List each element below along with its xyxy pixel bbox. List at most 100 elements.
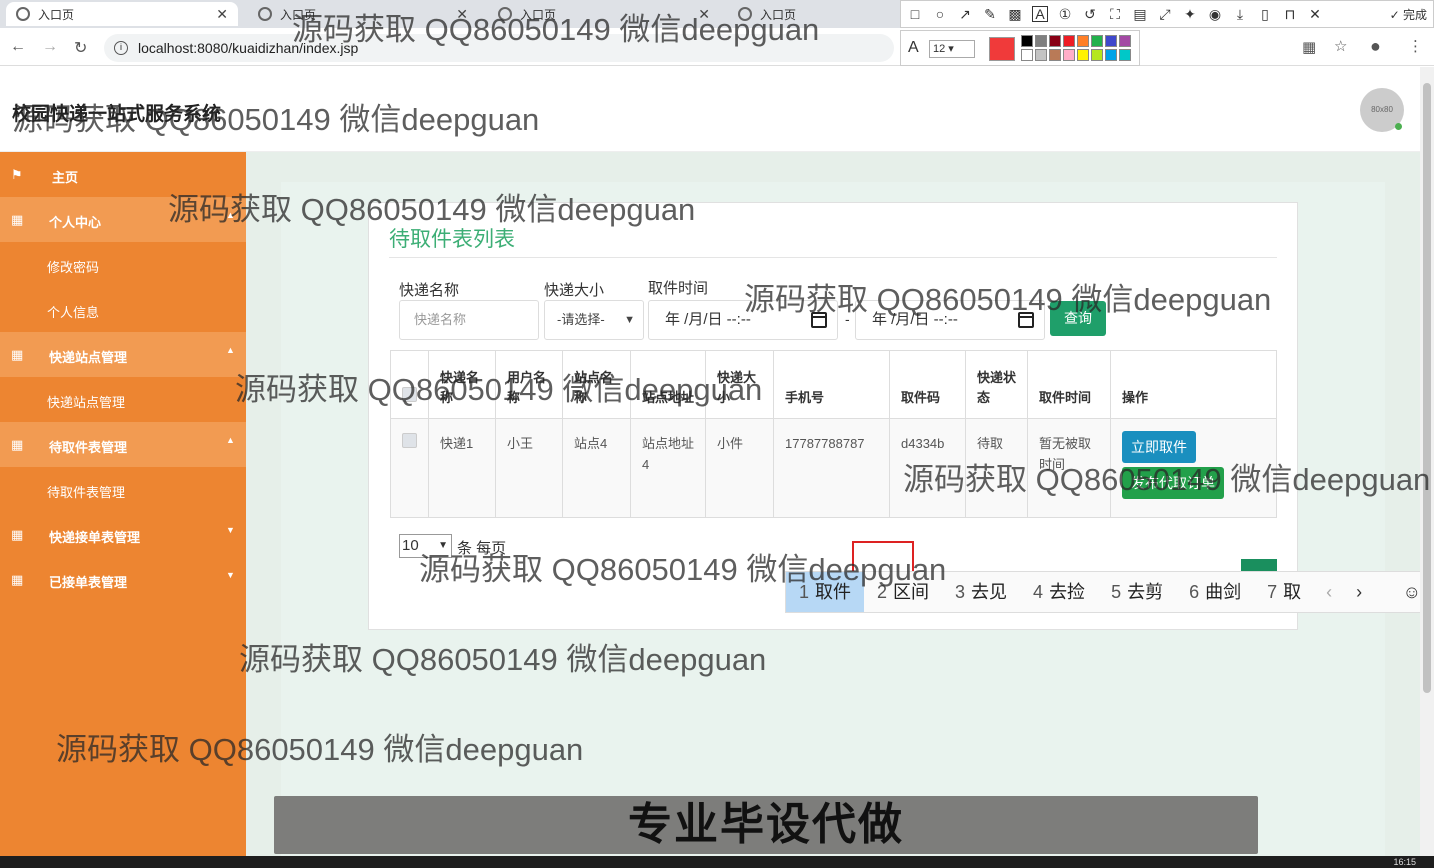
take-now-button[interactable]: 立即取件 [1122,431,1196,463]
color-swatch[interactable] [1063,35,1075,47]
menu-dots-icon[interactable]: ⋮ [1408,37,1423,55]
color-swatch[interactable] [1077,49,1089,61]
col-header: 快递大小 [705,350,774,419]
ime-candidate[interactable]: 6 曲剑 [1176,572,1254,612]
info-icon[interactable]: i [114,41,128,55]
url-field[interactable]: i localhost:8080/kuaidizhan/index.jsp [104,34,894,62]
ime-candidate[interactable]: 2 区间 [864,572,942,612]
qr-icon[interactable]: ▦ [1302,38,1316,56]
scrollbar-thumb[interactable] [1423,83,1431,693]
sidebar-item-station-management-sub[interactable]: 快递站点管理 [0,377,246,422]
done-button[interactable]: ✓ 完成 [1390,6,1427,23]
phone-icon[interactable]: ▯ [1257,6,1273,22]
ime-candidate[interactable]: 4 去捡 [1020,572,1098,612]
calendar-icon[interactable] [1018,312,1034,328]
filter-name-input[interactable]: 快递名称 [399,300,539,340]
color-swatch[interactable] [1105,49,1117,61]
grid-icon: ▦ [11,347,24,362]
filter-size-value: -请选择- [557,312,605,327]
sidebar-item-personal-info[interactable]: 个人信息 [0,287,246,332]
calendar-icon[interactable] [811,312,827,328]
col-header: 快递状态 [965,350,1028,419]
text-icon[interactable]: A [1032,6,1048,22]
cell-phone: 17787788787 [773,418,890,518]
sidebar-item-home[interactable]: ⚑ 主页 [0,152,246,197]
profile-icon[interactable]: ● [1370,36,1381,57]
query-button[interactable]: 查询 [1050,301,1106,336]
fullscreen-icon[interactable]: ⤢ [1157,6,1173,22]
color-swatch[interactable] [1077,35,1089,47]
row-checkbox[interactable] [402,433,417,448]
ime-candidate[interactable]: 3 去见 [942,572,1020,612]
mosaic-icon[interactable]: ▩ [1007,6,1023,22]
sidebar-item-change-password[interactable]: 修改密码 [0,242,246,287]
close-icon[interactable]: ✕ [698,6,710,23]
number-icon[interactable]: ① [1057,6,1073,22]
forward-icon[interactable]: → [42,38,58,56]
download-icon[interactable]: ⤓ [1232,6,1248,22]
color-swatch[interactable] [1063,49,1075,61]
sidebar-item-label: 已接单表管理 [49,575,128,590]
sidebar-item-pending-pickup[interactable]: ▦ 待取件表管理 ▲ [0,422,246,467]
reload-icon[interactable]: ↻ [74,38,87,58]
browser-tab-1[interactable]: 入口页 ✕ [6,2,238,26]
close-icon[interactable]: ✕ [216,6,228,23]
pen-icon[interactable]: ✎ [982,6,998,22]
color-swatch[interactable] [1119,35,1131,47]
pin-icon[interactable]: ✦ [1182,6,1198,22]
color-swatch[interactable] [1091,35,1103,47]
browser-tab-3[interactable]: 入口页 ✕ [488,2,720,26]
select-all-checkbox[interactable] [402,387,417,402]
page-size-select[interactable]: 10 ▼ [399,534,452,558]
sidebar-item-pending-pickup-sub[interactable]: 待取件表管理 [0,467,246,512]
font-size-select[interactable]: 12 ▾ [929,40,975,58]
color-swatch[interactable] [1035,49,1047,61]
avatar[interactable]: 80x80 [1360,88,1404,132]
ime-candidate[interactable]: 1 取件 [786,572,865,612]
ocr-icon[interactable]: ▤ [1132,6,1148,22]
rectangle-icon[interactable]: □ [907,6,923,22]
ime-candidate[interactable]: 7取 [1254,572,1314,612]
online-status-dot [1395,123,1402,130]
browser-tab-4[interactable]: 入口页 [728,2,898,26]
filter-date-from[interactable]: 年 /月/日 --:-- [648,300,838,340]
sidebar-item-station-management[interactable]: ▦ 快递站点管理 ▲ [0,332,246,377]
chevron-left-icon[interactable]: ‹ [1314,582,1344,603]
sidebar-item-personal-center[interactable]: ▦ 个人中心 ▲ [0,197,246,242]
color-swatch[interactable] [1119,49,1131,61]
color-swatch[interactable] [1021,35,1033,47]
record-icon[interactable]: ◉ [1207,6,1223,22]
filter-date-to[interactable]: 年 /月/日 --:-- [855,300,1045,340]
cancel-icon[interactable]: ✕ [1307,6,1323,22]
undo-icon[interactable]: ↺ [1082,6,1098,22]
back-icon[interactable]: ← [10,38,26,56]
crop-icon[interactable]: ⛶ [1107,6,1123,22]
chevron-down-icon: ▼ [226,525,235,535]
ime-candidate[interactable]: 5 去剪 [1098,572,1176,612]
color-swatch[interactable] [1021,49,1033,61]
ime-candidate-bar: 1 取件 2 区间 3 去见 4 去捡 5 去剪 6 曲剑 7取 ‹ › ☺ [785,571,1434,613]
date-to-value: 年 /月/日 --:-- [872,311,958,328]
bookmark-star-icon[interactable]: ☆ [1334,37,1347,55]
chevron-right-icon[interactable]: › [1344,582,1374,603]
current-color-swatch[interactable] [989,37,1015,61]
bookmark-icon[interactable]: ⊓ [1282,6,1298,22]
sidebar-item-order-accept[interactable]: ▦ 快递接单表管理 ▼ [0,512,246,557]
color-swatch[interactable] [1049,35,1061,47]
filter-size-select[interactable]: -请选择- ▼ [544,300,644,340]
close-icon[interactable]: ✕ [456,6,468,23]
circle-icon[interactable]: ○ [932,6,948,22]
color-swatch[interactable] [1049,49,1061,61]
color-swatch[interactable] [1035,35,1047,47]
arrow-icon[interactable]: ↗ [957,6,973,22]
color-swatch[interactable] [1105,35,1117,47]
cell-status: 待取 [965,418,1028,518]
color-swatch[interactable] [1091,49,1103,61]
globe-icon [738,7,752,21]
filter-time-label: 取件时间 [648,280,709,297]
scrollbar[interactable] [1420,67,1434,856]
publish-order-button[interactable]: 发布代取订单 [1122,467,1224,499]
grid-icon: ▦ [11,572,24,587]
browser-tab-2[interactable]: 入口页 ✕ [248,2,478,26]
sidebar-item-accepted-orders[interactable]: ▦ 已接单表管理 ▼ [0,557,246,602]
